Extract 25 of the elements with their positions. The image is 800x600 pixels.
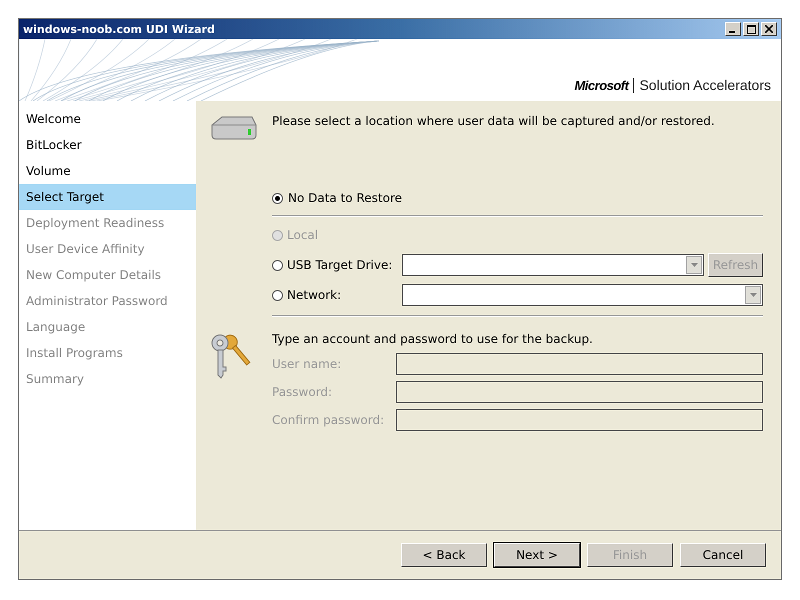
radio-option[interactable]: No Data to Restore [272, 191, 402, 205]
maximize-button[interactable] [743, 22, 759, 36]
radio-option[interactable]: Network: [272, 288, 398, 302]
window-title: windows-noob.com UDI Wizard [23, 22, 215, 36]
step-item[interactable]: Volume [19, 158, 196, 184]
maximize-icon [746, 24, 756, 34]
brand-name: Microsoft [574, 78, 634, 92]
wizard-button[interactable]: Cancel [680, 543, 766, 567]
close-button[interactable] [761, 22, 777, 36]
minimize-button[interactable] [725, 22, 741, 36]
wizard-button[interactable]: < Back [401, 543, 487, 567]
instruction-text: Please select a location where user data will be captured and/or restored. [272, 113, 716, 129]
location-dropdown[interactable] [402, 254, 704, 276]
location-dropdown[interactable] [402, 284, 763, 306]
step-item[interactable]: Select Target [19, 184, 196, 210]
radio-option[interactable]: USB Target Drive: [272, 258, 398, 272]
instruction-text: Type an account and password to use for the backup. [272, 331, 594, 347]
step-item[interactable]: Welcome [19, 106, 196, 132]
product-name: Solution Accelerators [638, 77, 771, 93]
wizard-button[interactable]: Next > [494, 543, 580, 567]
field-label: Password: [272, 385, 334, 399]
field-label: User name: [272, 357, 342, 371]
close-icon [765, 25, 773, 33]
field-label: Confirm password: [272, 413, 386, 427]
step-item[interactable]: BitLocker [19, 132, 196, 158]
